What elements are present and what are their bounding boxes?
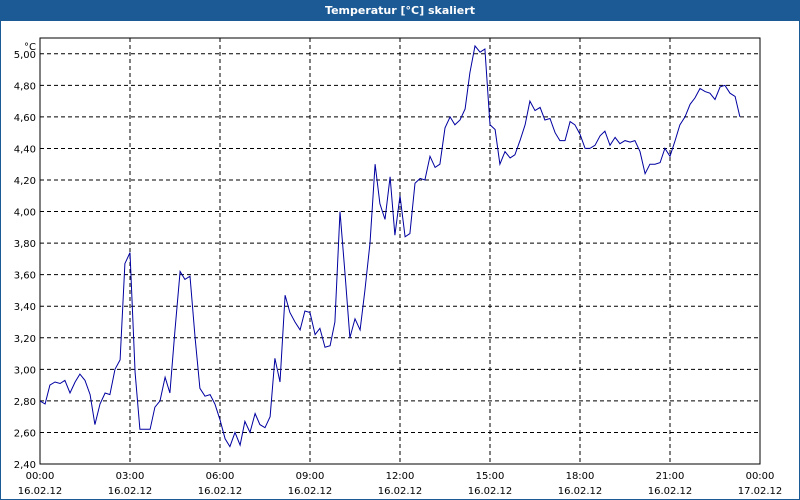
temperature-chart: 2,40 2,60 2,80 3,00 3,20 3,40 3,60 3,80 4,00 4,20… <box>14 37 783 497</box>
x-tick-date-label: 16.02.12 <box>18 486 63 497</box>
x-tick-date-label: 17.02.12 <box>738 486 783 497</box>
y-tick-label: 4,80 <box>14 81 36 92</box>
y-axis-unit-label: °C <box>24 42 36 53</box>
x-tick-time-label: 21:00 <box>656 471 685 482</box>
x-tick-time-label: 18:00 <box>566 471 595 482</box>
x-tick-time-label: 03:00 <box>116 471 145 482</box>
x-tick-date-label: 16.02.12 <box>108 486 153 497</box>
y-tick-label: 2,80 <box>14 397 36 408</box>
x-tick-time-label: 00:00 <box>26 471 55 482</box>
y-axis-ticks: 2,40 2,60 2,80 3,00 3,20 3,40 3,60 3,80 4,00 4,20… <box>14 50 36 471</box>
y-tick-label: 4,60 <box>14 113 36 124</box>
y-tick-label: 3,00 <box>14 365 36 376</box>
x-tick-time-label: 06:00 <box>206 471 235 482</box>
y-tick-label: 3,40 <box>14 302 36 313</box>
y-tick-label: 2,40 <box>14 460 36 471</box>
x-tick-time-label: 00:00 <box>746 471 775 482</box>
x-tick-date-label: 16.02.12 <box>468 486 513 497</box>
x-tick-time-label: 15:00 <box>476 471 505 482</box>
y-tick-label: 4,20 <box>14 176 36 187</box>
x-tick-date-label: 16.02.12 <box>288 486 333 497</box>
y-tick-label: 4,40 <box>14 144 36 155</box>
y-tick-label: 3,20 <box>14 334 36 345</box>
y-tick-label: 3,60 <box>14 271 36 282</box>
x-tick-time-label: 09:00 <box>296 471 325 482</box>
x-tick-time-label: 12:00 <box>386 471 415 482</box>
y-tick-label: 3,80 <box>14 239 36 250</box>
x-tick-date-label: 16.02.12 <box>558 486 603 497</box>
x-tick-date-label: 16.02.12 <box>378 486 423 497</box>
x-tick-date-label: 16.02.12 <box>198 486 243 497</box>
x-axis-ticks: 00:00 16.02.12 03:00 16.02.12 06:00 16.02.12 0… <box>18 471 783 497</box>
y-tick-label: 2,60 <box>14 428 36 439</box>
y-tick-label: 4,00 <box>14 208 36 219</box>
x-tick-date-label: 16.02.12 <box>648 486 693 497</box>
